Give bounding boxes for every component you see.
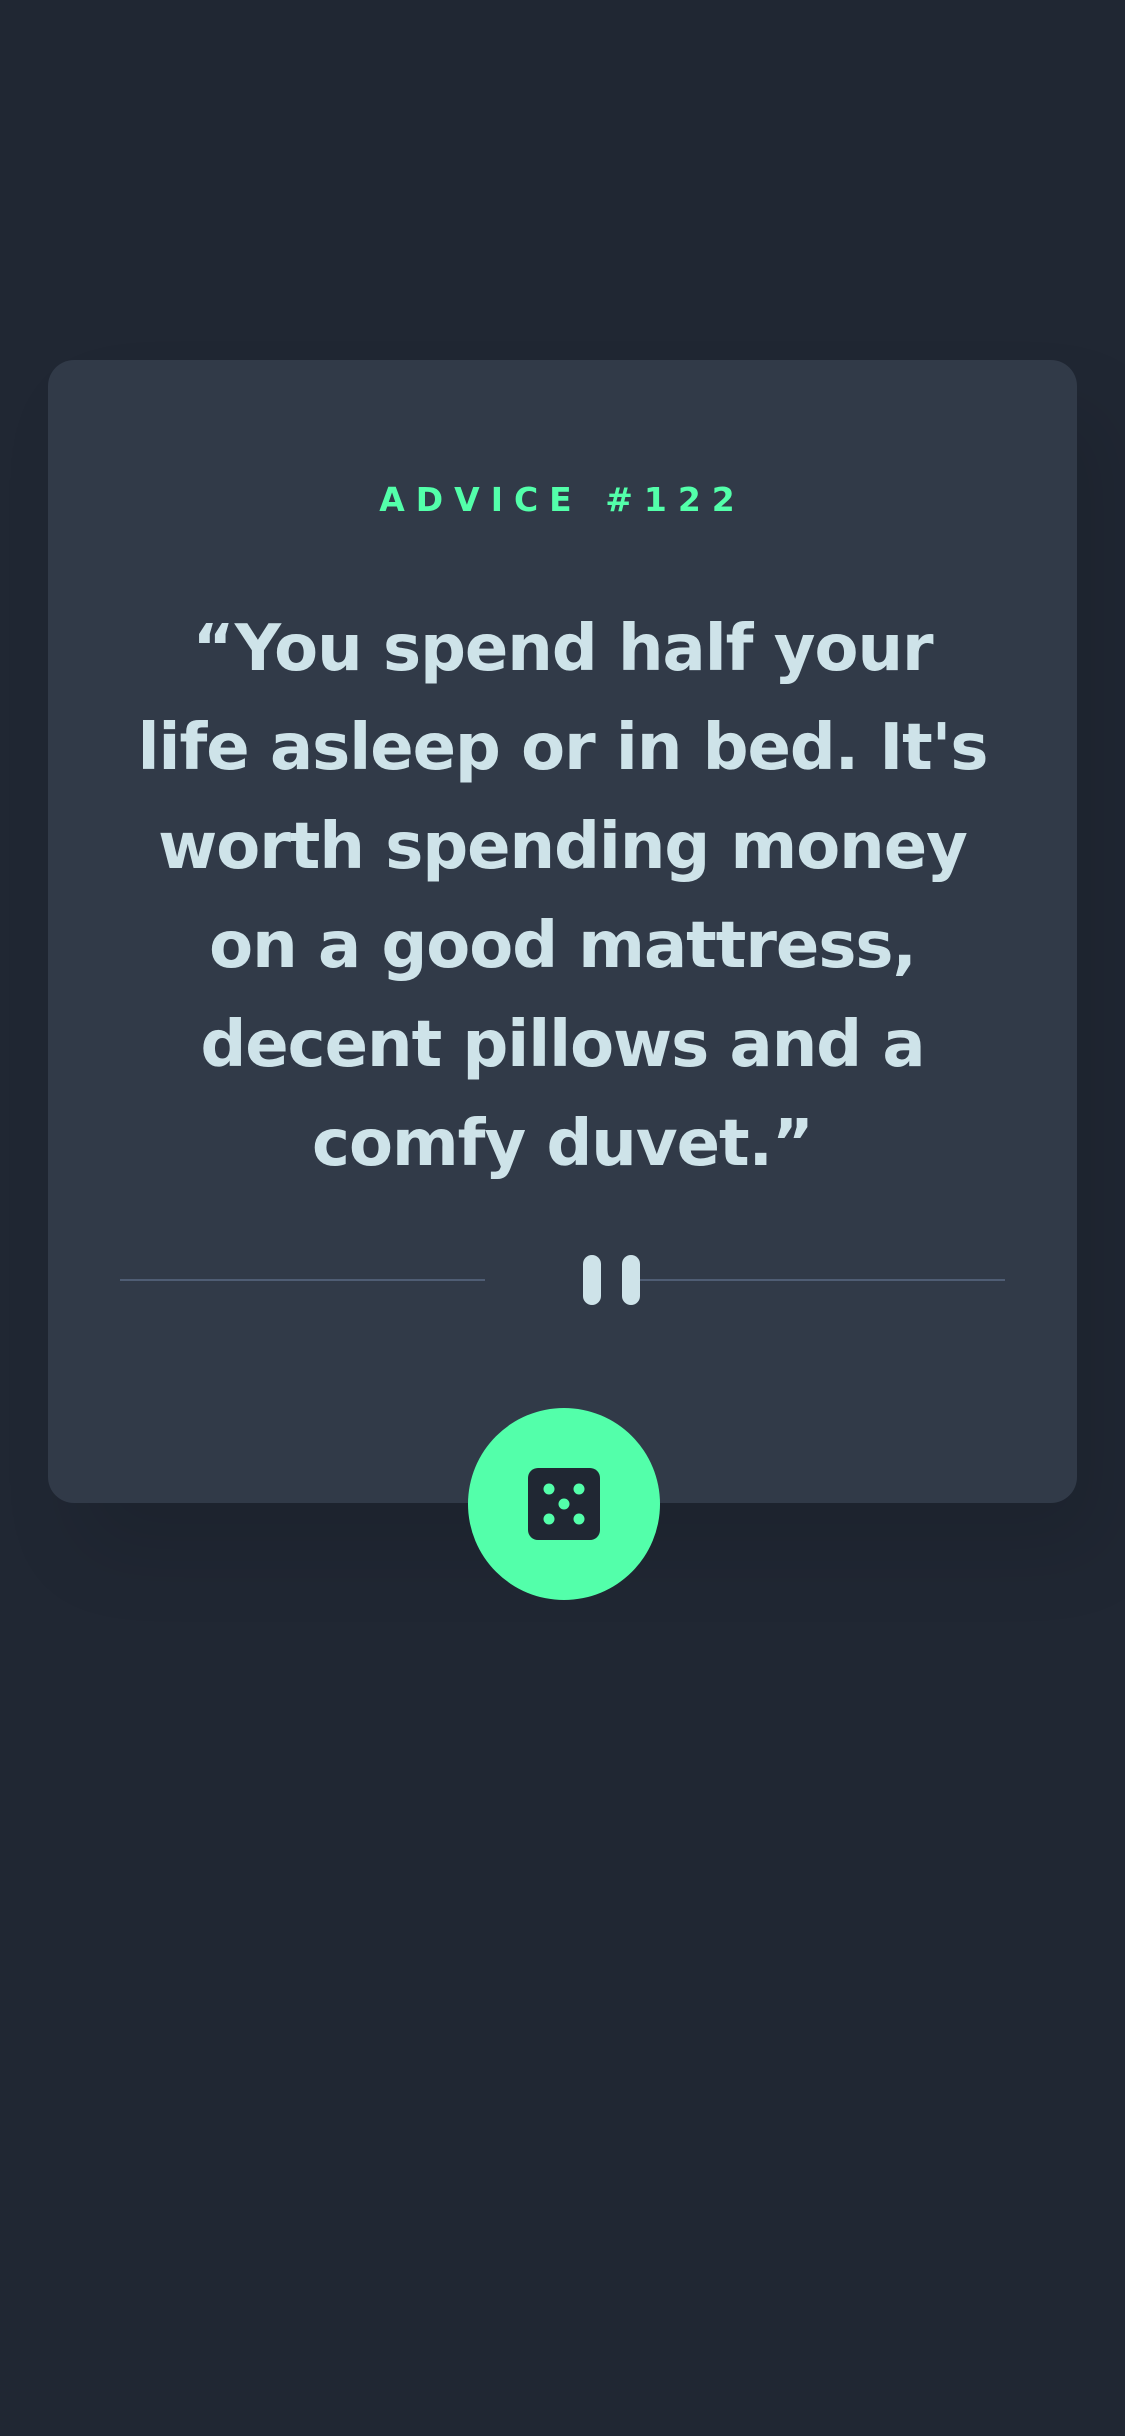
divider-line-left bbox=[120, 1279, 485, 1281]
generate-advice-button[interactable] bbox=[468, 1408, 660, 1600]
advice-quote: “You spend half your life asleep or in b… bbox=[137, 612, 989, 1181]
advice-card: ADVICE #122 “You spend half your life as… bbox=[48, 360, 1077, 1503]
pause-bar-right bbox=[622, 1255, 640, 1305]
advice-number: ADVICE #122 bbox=[379, 480, 746, 519]
divider-line-right bbox=[640, 1279, 1005, 1281]
pattern-divider bbox=[120, 1255, 1005, 1305]
pause-icon bbox=[579, 1255, 643, 1305]
pause-bar-left bbox=[583, 1255, 601, 1305]
dice-icon bbox=[528, 1468, 600, 1540]
